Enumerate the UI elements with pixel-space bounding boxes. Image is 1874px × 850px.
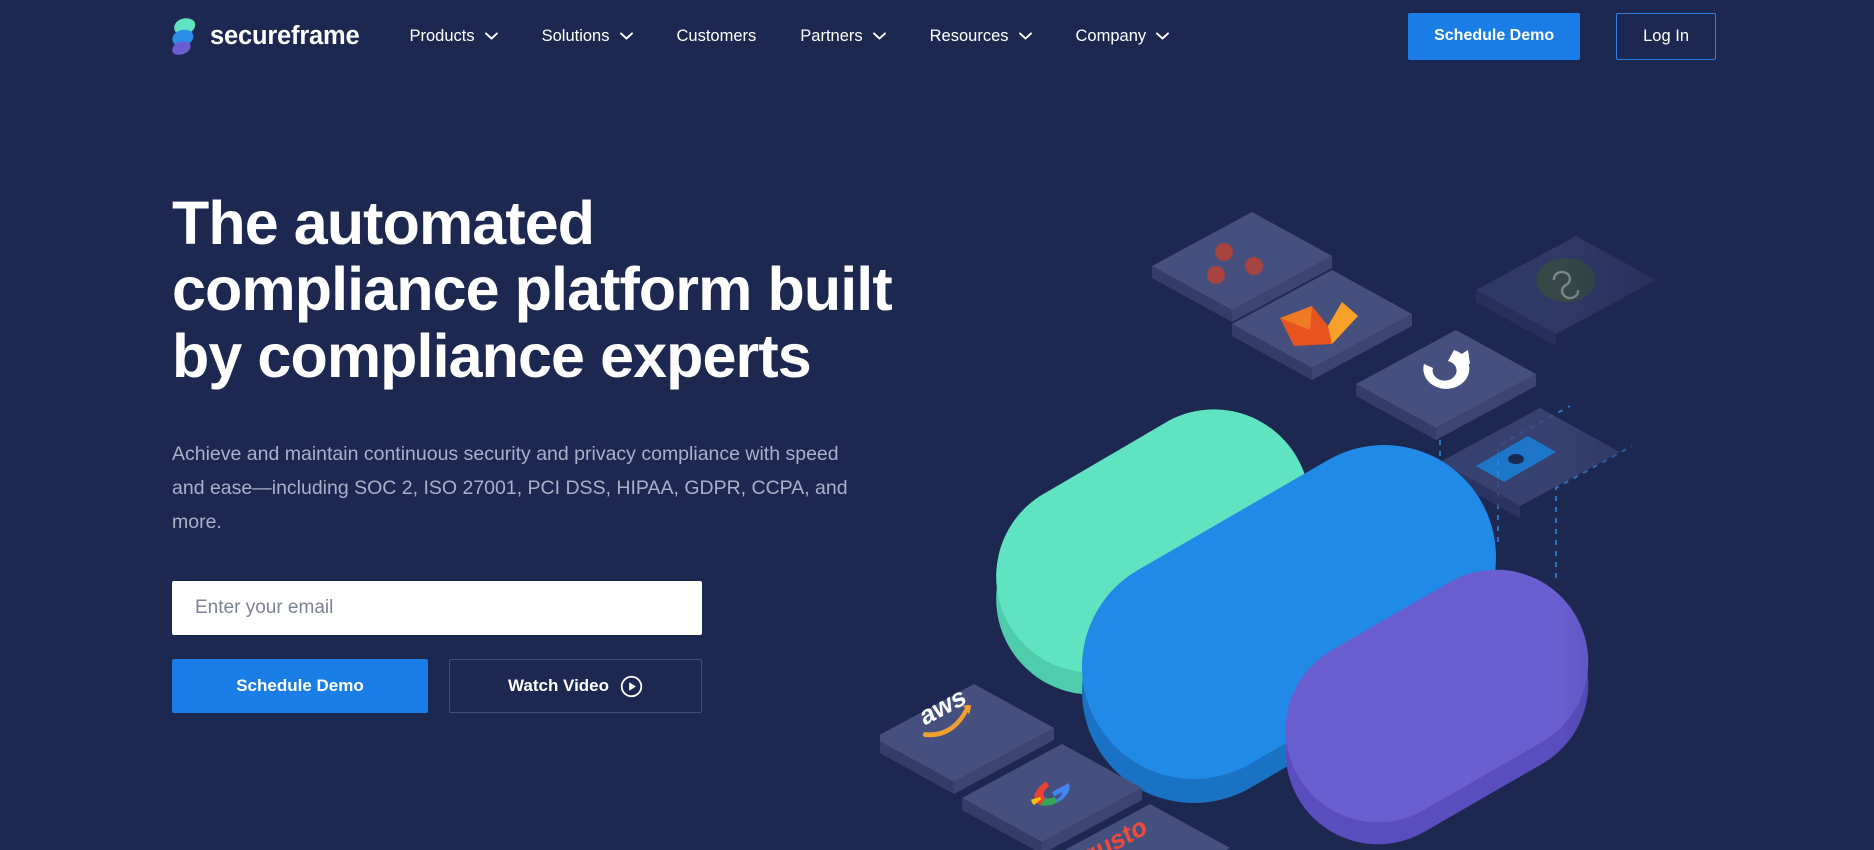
nav-item-partners[interactable]: Partners [778, 0, 907, 72]
chevron-down-icon [1018, 32, 1032, 40]
nav-item-customers[interactable]: Customers [655, 0, 779, 72]
nav-item-customers-label: Customers [676, 26, 757, 45]
hero-cta-row: Schedule Demo Watch Video [172, 659, 892, 714]
top-navigation-bar: secureframe Products Solutions Customers… [0, 0, 1874, 72]
secureframe-s-logo-icon [172, 17, 199, 55]
hero-subhead: Achieve and maintain continuous security… [172, 443, 848, 533]
login-button[interactable]: Log In [1616, 12, 1716, 60]
nav-item-resources-label: Resources [929, 26, 1009, 45]
watch-video-button[interactable]: Watch Video [449, 659, 702, 714]
hero-copy: The automated compliance platform built … [172, 189, 893, 714]
chevron-down-icon [1156, 32, 1170, 40]
nav-item-company[interactable]: Company [1054, 0, 1192, 72]
chevron-down-icon [484, 32, 498, 40]
hero-schedule-demo-button[interactable]: Schedule Demo [172, 659, 428, 714]
nav-item-company-label: Company [1075, 26, 1147, 45]
page-title: The automated compliance platform built … [172, 189, 893, 390]
nav-item-partners-label: Partners [800, 26, 863, 45]
play-circle-icon [620, 675, 643, 698]
nav-actions: Schedule Demo Log In [1408, 12, 1716, 60]
chevron-down-icon [872, 32, 886, 40]
nav-item-solutions-label: Solutions [541, 26, 610, 45]
email-input[interactable] [172, 581, 702, 636]
nav-item-resources[interactable]: Resources [908, 0, 1054, 72]
brand-logo-link[interactable]: secureframe [172, 17, 360, 55]
nav-schedule-demo-button[interactable]: Schedule Demo [1408, 12, 1581, 60]
secureframe-landing-page: secureframe Products Solutions Customers… [0, 0, 1874, 850]
nav-links: Products Solutions Customers Partners Re… [387, 0, 1191, 72]
nav-item-products[interactable]: Products [387, 0, 519, 72]
watch-video-label: Watch Video [507, 676, 610, 696]
brand-name: secureframe [210, 21, 360, 50]
nav-item-solutions[interactable]: Solutions [520, 0, 655, 72]
nav-item-products-label: Products [409, 26, 475, 45]
isometric-compliance-platform-illustration: aws gusto [880, 170, 1760, 850]
chevron-down-icon [619, 32, 633, 40]
